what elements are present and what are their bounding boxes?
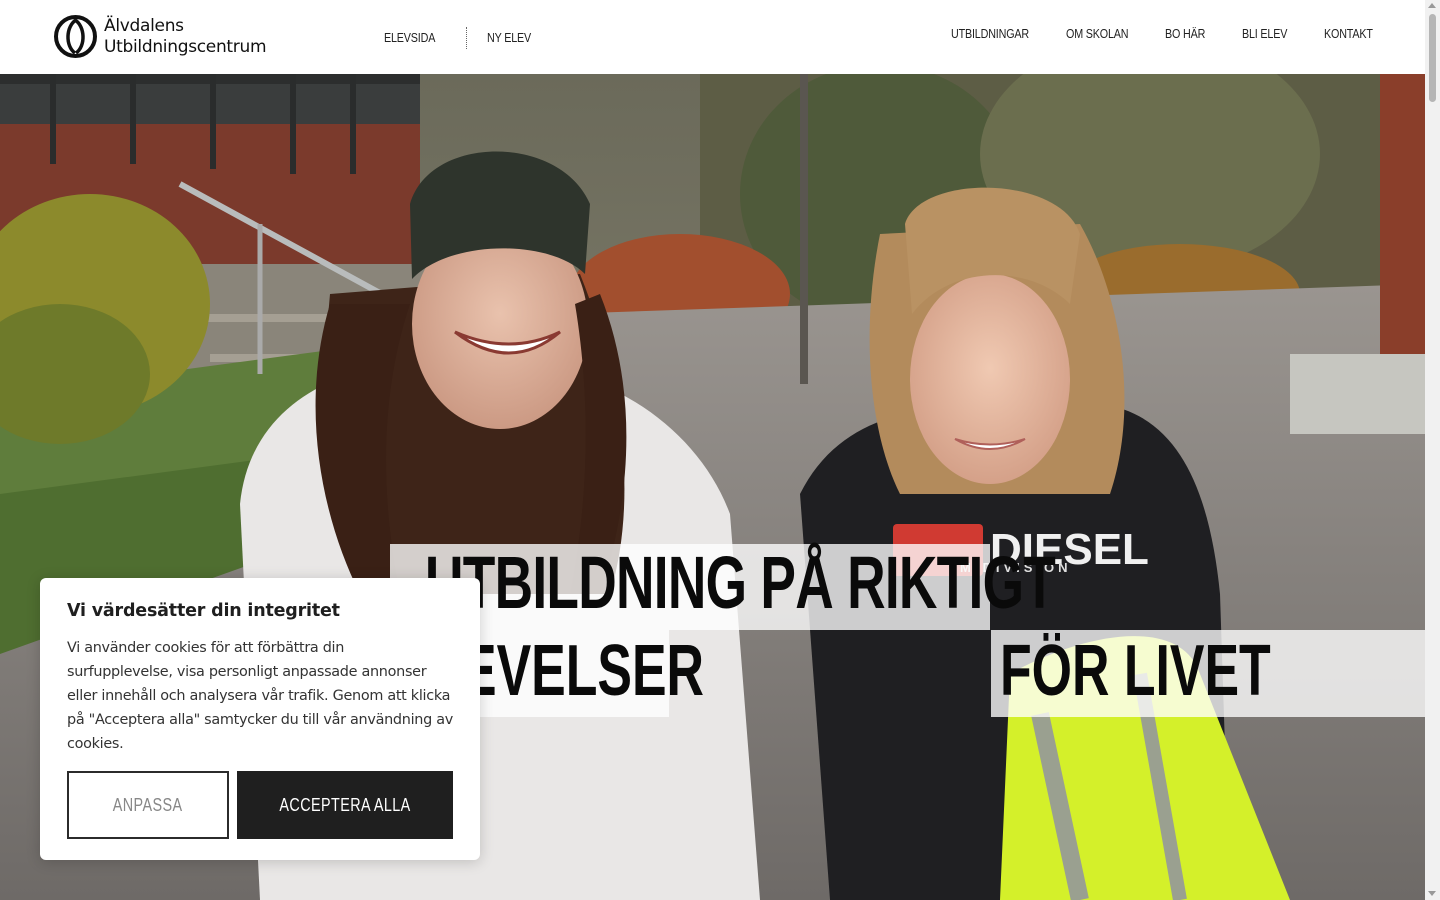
nav-item-bo-har[interactable]: BO HÄR xyxy=(1165,27,1205,41)
nav-item-elevsida[interactable]: ELEVSIDA xyxy=(384,31,435,45)
cookie-title: Vi värdesätter din integritet xyxy=(67,601,340,621)
nav-secondary: ELEVSIDA NY ELEV xyxy=(384,27,538,49)
nav-primary: UTBILDNINGAR OM SKOLAN BO HÄR BLI ELEV K… xyxy=(951,27,1399,41)
nav-item-utbildningar[interactable]: UTBILDNINGAR xyxy=(951,27,1029,41)
nav-item-ny-elev[interactable]: NY ELEV xyxy=(487,31,531,45)
logo-rings-icon xyxy=(54,15,97,58)
customize-button[interactable]: ANPASSA xyxy=(67,771,229,839)
site-header: Älvdalens Utbildningscentrum ELEVSIDA NY… xyxy=(0,0,1425,74)
scroll-up-arrow-icon[interactable] xyxy=(1428,3,1436,8)
scroll-thumb[interactable] xyxy=(1429,14,1436,102)
nav-item-kontakt[interactable]: KONTAKT xyxy=(1324,27,1373,41)
nav-divider xyxy=(465,27,467,49)
nav-item-om-skolan[interactable]: OM SKOLAN xyxy=(1066,27,1129,41)
customize-button-label: ANPASSA xyxy=(113,794,183,815)
site-logo[interactable]: Älvdalens Utbildningscentrum xyxy=(53,14,267,59)
scroll-down-arrow-icon[interactable] xyxy=(1428,891,1436,896)
cookie-buttons: ANPASSA ACCEPTERA ALLA xyxy=(67,771,453,839)
logo-line1: Älvdalens xyxy=(104,15,184,36)
hero-headline-line1: UTBILDNING PÅ RIKTIGT xyxy=(425,541,1056,624)
logo-text: Älvdalens Utbildningscentrum xyxy=(104,15,267,58)
nav-item-bli-elev[interactable]: BLI ELEV xyxy=(1242,27,1287,41)
hero-headline-line2-left: EVELSER xyxy=(462,631,704,711)
accept-all-button-label: ACCEPTERA ALLA xyxy=(279,794,411,815)
logo-line2: Utbildningscentrum xyxy=(104,36,267,57)
accept-all-button[interactable]: ACCEPTERA ALLA xyxy=(237,771,453,839)
cookie-consent-dialog: Vi värdesätter din integritet Vi använde… xyxy=(40,578,480,860)
cookie-body-text: Vi använder cookies för att förbättra di… xyxy=(67,640,453,752)
hero-headline-line2-right: FÖR LIVET xyxy=(1000,631,1271,711)
page-scrollbar[interactable] xyxy=(1425,0,1440,900)
